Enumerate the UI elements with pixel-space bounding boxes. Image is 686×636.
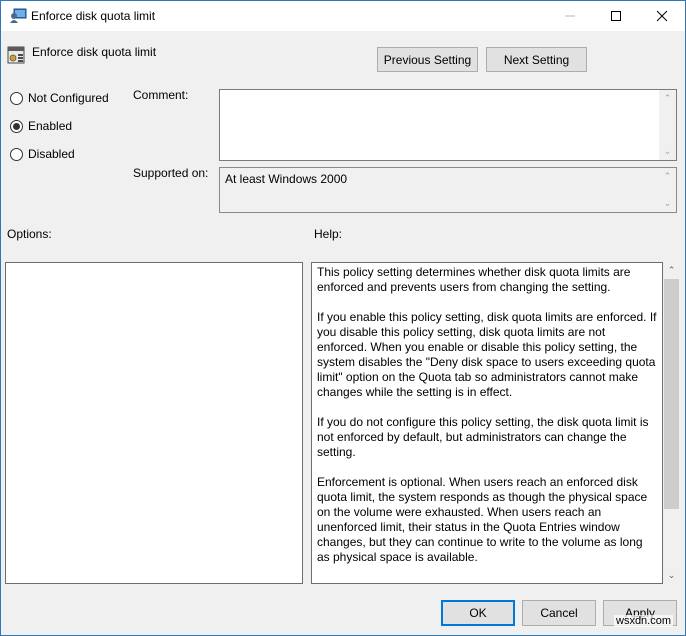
radio-label: Not Configured [28, 91, 109, 105]
help-label: Help: [314, 227, 343, 241]
options-panel [5, 262, 303, 584]
scrollbar-thumb[interactable] [664, 279, 679, 509]
scroll-down-icon[interactable]: ⌄ [659, 143, 676, 160]
comment-textarea[interactable]: ⌃ ⌄ [219, 89, 677, 161]
scroll-up-icon[interactable]: ⌃ [659, 168, 676, 185]
radio-button[interactable] [10, 91, 23, 105]
title-bar[interactable]: Enforce disk quota limit [1, 1, 685, 31]
minimize-button[interactable] [547, 1, 593, 31]
radio-button[interactable] [10, 119, 23, 133]
radio-label: Enabled [28, 119, 73, 133]
scroll-down-icon[interactable]: ⌄ [659, 195, 676, 212]
radio-disabled[interactable]: Disabled [10, 147, 75, 161]
previous-setting-button[interactable]: Previous Setting [377, 47, 478, 72]
dialog-content: Enforce disk quota limit Previous Settin… [1, 31, 685, 635]
radio-selected-dot [13, 122, 20, 130]
scroll-up-icon[interactable]: ⌃ [659, 90, 676, 107]
supported-on-value: At least Windows 2000 [225, 172, 348, 186]
ok-button[interactable]: OK [441, 600, 515, 626]
help-scrollbar[interactable]: ⌃ ⌄ [663, 262, 680, 584]
cancel-button[interactable]: Cancel [522, 600, 596, 626]
minimize-icon [565, 15, 575, 17]
radio-label: Disabled [28, 147, 75, 161]
window-title: Enforce disk quota limit [31, 9, 156, 23]
radio-enabled[interactable]: Enabled [10, 119, 72, 133]
options-label: Options: [7, 227, 52, 241]
radio-not-configured[interactable]: Not Configured [10, 91, 109, 105]
close-icon [656, 10, 668, 22]
supported-scrollbar[interactable]: ⌃ ⌄ [659, 168, 676, 212]
policy-setting-window: Enforce disk quota limit Enforce disk qu… [0, 0, 686, 636]
help-text: This policy setting determines whether d… [317, 265, 657, 564]
comment-scrollbar[interactable]: ⌃ ⌄ [659, 90, 676, 160]
watermark: wsxdn.com [614, 615, 674, 627]
close-button[interactable] [639, 1, 685, 31]
group-policy-icon [9, 8, 27, 24]
next-setting-button[interactable]: Next Setting [486, 47, 587, 72]
comment-label: Comment: [133, 88, 189, 102]
setting-name: Enforce disk quota limit [32, 45, 157, 59]
scroll-up-icon[interactable]: ⌃ [663, 262, 680, 279]
policy-setting-icon [7, 46, 25, 64]
supported-on-field: At least Windows 2000 ⌃ ⌄ [219, 167, 677, 213]
scroll-down-icon[interactable]: ⌄ [663, 567, 680, 584]
maximize-icon [611, 11, 621, 21]
maximize-button[interactable] [593, 1, 639, 31]
supported-on-label: Supported on: [133, 166, 209, 180]
radio-button[interactable] [10, 147, 23, 161]
help-panel: This policy setting determines whether d… [311, 262, 663, 584]
